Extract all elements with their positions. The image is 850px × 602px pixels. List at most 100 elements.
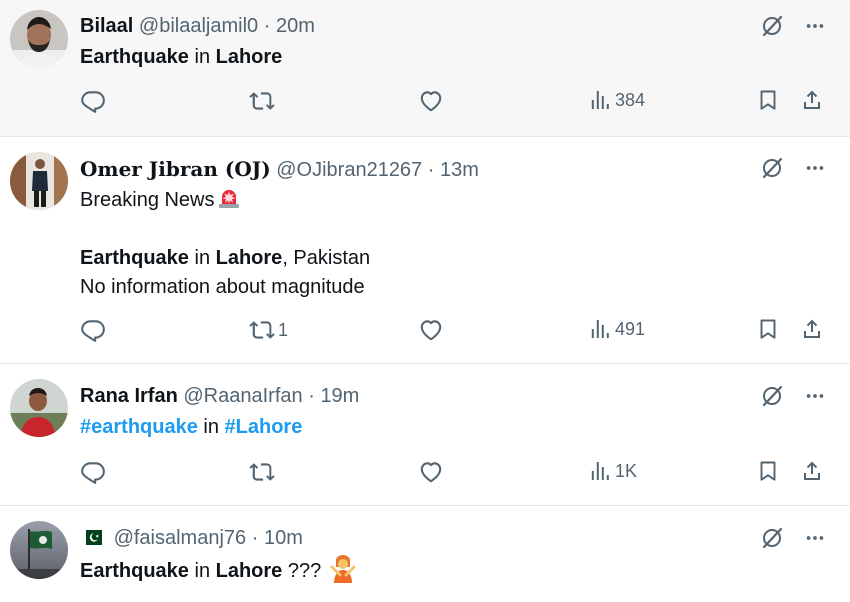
person-gesturing-no-emoji-icon xyxy=(330,555,356,583)
timestamp[interactable]: 20m xyxy=(276,15,315,37)
retweet-button[interactable] xyxy=(249,88,278,114)
hashtag-link[interactable]: #Lahore xyxy=(225,416,303,438)
bold-text: Lahore xyxy=(215,46,283,68)
share-button[interactable] xyxy=(800,459,824,483)
bookmark-button[interactable] xyxy=(756,317,780,341)
share-button[interactable] xyxy=(800,88,824,112)
views-button[interactable]: 384 xyxy=(588,88,645,112)
share-icon xyxy=(800,88,824,112)
action-bar: 1 491 xyxy=(80,317,830,347)
grok-icon[interactable] xyxy=(760,526,784,550)
separator-dot: · xyxy=(427,159,435,181)
tweet-text: Earthquake in Lahore ??? xyxy=(80,555,357,586)
display-name[interactable]: Rana Irfan xyxy=(80,385,178,407)
tweet-text: Earthquake in Lahore xyxy=(80,43,282,72)
reply-button[interactable] xyxy=(80,317,106,343)
views-button[interactable]: 491 xyxy=(588,317,645,341)
heart-icon xyxy=(418,459,444,485)
username[interactable]: @faisalmanj76 xyxy=(114,527,247,549)
heart-icon xyxy=(418,317,444,343)
tweet-header: @faisalmanj76 · 10m xyxy=(80,526,303,550)
avatar[interactable] xyxy=(10,379,68,437)
bookmark-icon xyxy=(756,459,780,483)
retweet-count: 1 xyxy=(278,319,289,340)
retweet-icon xyxy=(249,88,275,114)
tweet-header: Bilaal @bilaaljamil0 · 20m xyxy=(80,14,315,38)
timestamp[interactable]: 10m xyxy=(264,527,303,549)
more-icon[interactable] xyxy=(804,157,826,179)
retweet-button[interactable] xyxy=(249,459,278,485)
separator-dot: · xyxy=(263,15,271,37)
username[interactable]: @OJibran21267 xyxy=(276,159,422,181)
bold-text: Earthquake xyxy=(80,560,189,582)
share-button[interactable] xyxy=(800,317,824,341)
tweet-top-actions xyxy=(760,156,826,180)
bookmark-icon xyxy=(756,317,780,341)
tweet[interactable]: @faisalmanj76 · 10m Earthquake in Lahore… xyxy=(0,506,850,602)
bold-text: Earthquake xyxy=(80,247,189,269)
share-icon xyxy=(800,459,824,483)
action-bar: 1K xyxy=(80,459,830,489)
bookmark-icon xyxy=(756,88,780,112)
views-chart-icon xyxy=(588,459,612,483)
like-button[interactable] xyxy=(418,459,444,485)
tweet-top-actions xyxy=(760,526,826,550)
grok-icon[interactable] xyxy=(760,384,784,408)
bold-text: Lahore xyxy=(215,247,283,269)
views-button[interactable]: 1K xyxy=(588,459,637,483)
text: in xyxy=(188,46,216,68)
username[interactable]: @bilaaljamil0 xyxy=(139,15,258,37)
tweet[interactable]: 𝐎𝐦𝐞𝐫 𝐉𝐢𝐛𝐫𝐚𝐧 (𝐎𝐉) @OJibran21267 · 13m Bre… xyxy=(0,137,850,363)
reply-icon xyxy=(80,459,106,485)
tweet-text: #earthquake in #Lahore xyxy=(80,413,302,442)
more-icon[interactable] xyxy=(804,527,826,549)
tweet-header: 𝐎𝐦𝐞𝐫 𝐉𝐢𝐛𝐫𝐚𝐧 (𝐎𝐉) @OJibran21267 · 13m xyxy=(80,157,479,182)
pakistan-flag-icon xyxy=(80,530,102,545)
action-bar: 384 xyxy=(80,88,830,118)
bookmark-button[interactable] xyxy=(756,459,780,483)
display-name[interactable]: 𝐎𝐦𝐞𝐫 𝐉𝐢𝐛𝐫𝐚𝐧 (𝐎𝐉) xyxy=(80,157,271,181)
username[interactable]: @RaanaIrfan xyxy=(183,385,302,407)
more-icon[interactable] xyxy=(804,385,826,407)
bold-text: Earthquake xyxy=(80,46,189,68)
reply-icon xyxy=(80,317,106,343)
tweet[interactable]: Rana Irfan @RaanaIrfan · 19m #earthquake… xyxy=(0,364,850,505)
grok-icon[interactable] xyxy=(760,156,784,180)
text: ??? xyxy=(282,560,322,582)
avatar[interactable] xyxy=(10,521,68,579)
timestamp[interactable]: 13m xyxy=(440,159,479,181)
tweet-header: Rana Irfan @RaanaIrfan · 19m xyxy=(80,384,359,408)
avatar[interactable] xyxy=(10,152,68,210)
views-chart-icon xyxy=(588,88,612,112)
tweet-text: Breaking News Earthquake in Lahore, Paki… xyxy=(80,185,370,302)
bookmark-button[interactable] xyxy=(756,88,780,112)
text: in xyxy=(188,560,216,582)
retweet-icon xyxy=(249,317,275,343)
views-count: 384 xyxy=(615,89,646,110)
tweet-top-actions xyxy=(760,384,826,408)
like-button[interactable] xyxy=(418,317,444,343)
text: Breaking News xyxy=(80,189,215,211)
siren-emoji-icon xyxy=(218,190,239,208)
timestamp[interactable]: 19m xyxy=(320,385,359,407)
reply-icon xyxy=(80,88,106,114)
hashtag-link[interactable]: #earthquake xyxy=(80,416,198,438)
share-icon xyxy=(800,317,824,341)
reply-button[interactable] xyxy=(80,88,106,114)
more-icon[interactable] xyxy=(804,15,826,37)
like-button[interactable] xyxy=(418,88,444,114)
text: in xyxy=(188,247,216,269)
views-count: 491 xyxy=(615,318,646,339)
reply-button[interactable] xyxy=(80,459,106,485)
retweet-icon xyxy=(249,459,275,485)
tweet[interactable]: Bilaal @bilaaljamil0 · 20m Earthquake in… xyxy=(0,0,850,136)
text: , Pakistan xyxy=(282,247,371,269)
bold-text: Lahore xyxy=(215,560,283,582)
retweet-button[interactable]: 1 xyxy=(249,317,288,343)
display-name[interactable]: Bilaal xyxy=(80,15,133,37)
tweet-feed: Bilaal @bilaaljamil0 · 20m Earthquake in… xyxy=(0,0,850,602)
grok-icon[interactable] xyxy=(760,14,784,38)
avatar[interactable] xyxy=(10,10,68,68)
text: No information about magnitude xyxy=(80,276,365,298)
views-chart-icon xyxy=(588,317,612,341)
